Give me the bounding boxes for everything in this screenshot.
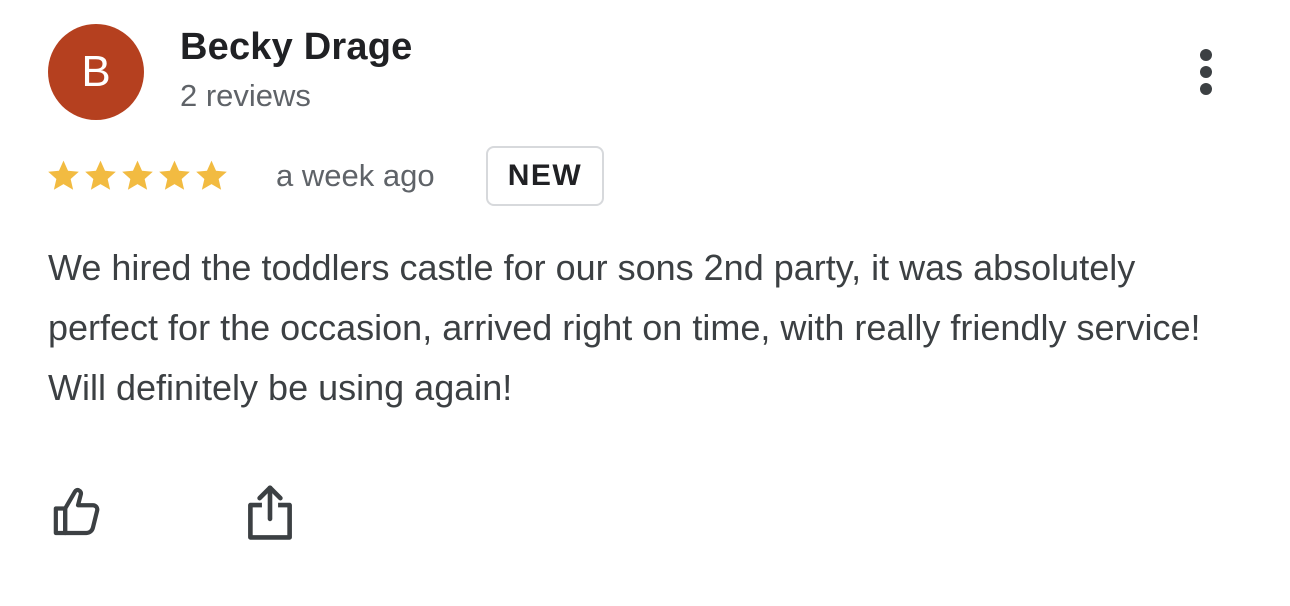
more-options-button[interactable] (1182, 44, 1230, 100)
star-icon (85, 160, 116, 190)
thumbs-up-icon (53, 487, 100, 536)
review-text: We hired the toddlers castle for our son… (48, 247, 1201, 408)
reviewer-review-count[interactable]: 2 reviews (180, 78, 311, 114)
new-badge: NEW (486, 146, 604, 206)
star-icon (159, 160, 190, 190)
more-vertical-icon (1200, 49, 1212, 95)
avatar-letter: B (81, 47, 111, 96)
star-icon (196, 160, 227, 190)
share-button[interactable] (236, 478, 304, 546)
reviewer-name[interactable]: Becky Drage (180, 26, 412, 69)
avatar[interactable]: B (48, 24, 144, 120)
like-button[interactable] (44, 478, 112, 546)
star-icon (48, 160, 79, 190)
star-rating (46, 158, 229, 198)
review-time: a week ago (276, 158, 435, 193)
share-icon (248, 485, 292, 540)
star-icon (122, 160, 153, 190)
